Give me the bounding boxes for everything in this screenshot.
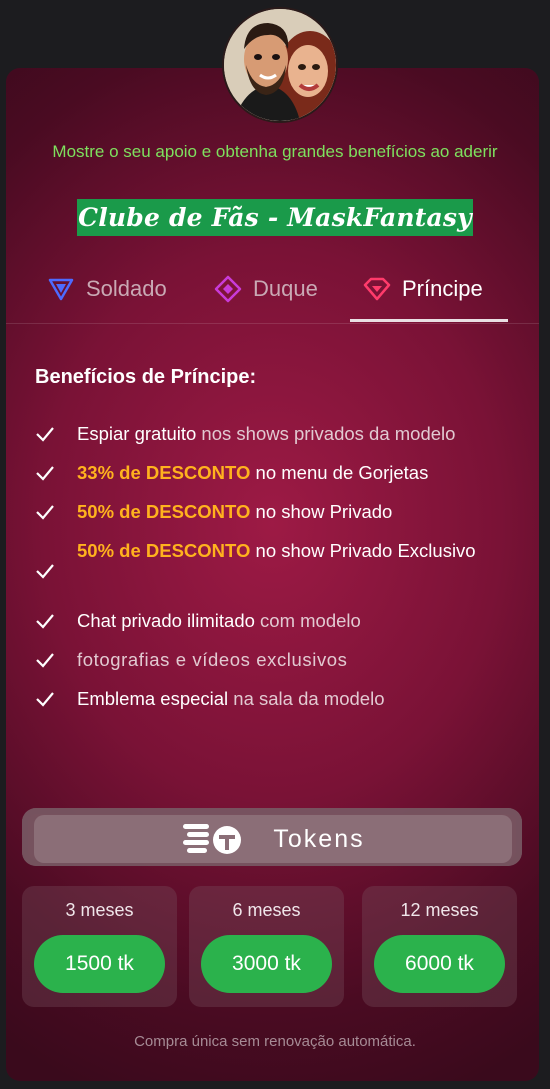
tab-label: Duque (253, 276, 318, 301)
plan-duration: 12 meses (400, 900, 479, 920)
tab-duque[interactable]: Duque (213, 255, 318, 323)
tokens-label: Tokens (273, 824, 365, 853)
check-icon (35, 645, 57, 675)
buy-plan-button[interactable]: 6000 tk (374, 935, 505, 993)
check-icon (35, 419, 57, 449)
plan-card-12-months: 12 meses 6000 tk (362, 886, 517, 1007)
tab-principe[interactable]: Príncipe (362, 255, 483, 323)
benefit-item: fotografias e vídeos exclusivos (35, 645, 540, 684)
active-tab-indicator (350, 319, 508, 322)
check-icon (35, 606, 57, 636)
plan-duration: 3 meses (65, 900, 134, 920)
support-message: Mostre o seu apoio e obtenha grandes ben… (52, 142, 498, 161)
benefit-item: 50% de DESCONTO no show Privado Exclusiv… (35, 536, 540, 606)
plan-card-6-months: 6 meses 3000 tk (189, 886, 344, 1007)
tab-label: Soldado (86, 276, 167, 301)
club-title: Clube de Fãs - MaskFantasy (77, 199, 473, 236)
tab-label: Príncipe (402, 276, 483, 301)
benefit-item: Espiar gratuito nos shows privados da mo… (35, 419, 540, 458)
benefit-item: Chat privado ilimitado com modelo (35, 606, 540, 645)
benefit-item: 33% de DESCONTO no menu de Gorjetas (35, 458, 540, 497)
purchase-note: Compra única sem renovação automática. (134, 1033, 416, 1050)
check-icon (35, 684, 57, 714)
benefit-item: 50% de DESCONTO no show Privado (35, 497, 540, 536)
tokens-selector[interactable]: Tokens (34, 815, 512, 863)
check-icon (35, 556, 57, 586)
model-avatar (222, 7, 338, 123)
tab-soldado[interactable]: Soldado (46, 255, 167, 323)
plan-duration: 6 meses (232, 900, 301, 920)
buy-plan-button[interactable]: 3000 tk (201, 935, 332, 993)
benefit-item: Emblema especial na sala da modelo (35, 684, 540, 723)
check-icon (35, 497, 57, 527)
benefits-title: Benefícios de Príncipe: (35, 366, 257, 388)
tier-tabs: Soldado Duque Príncipe (6, 255, 539, 324)
diamond-badge-icon (213, 274, 243, 304)
triangle-badge-icon (46, 274, 76, 304)
buy-plan-button[interactable]: 1500 tk (34, 935, 165, 993)
plan-card-3-months: 3 meses 1500 tk (22, 886, 177, 1007)
coins-stack-icon (181, 820, 245, 859)
check-icon (35, 458, 57, 488)
benefits-list: Espiar gratuito nos shows privados da mo… (35, 419, 540, 723)
gem-badge-icon (362, 274, 392, 304)
